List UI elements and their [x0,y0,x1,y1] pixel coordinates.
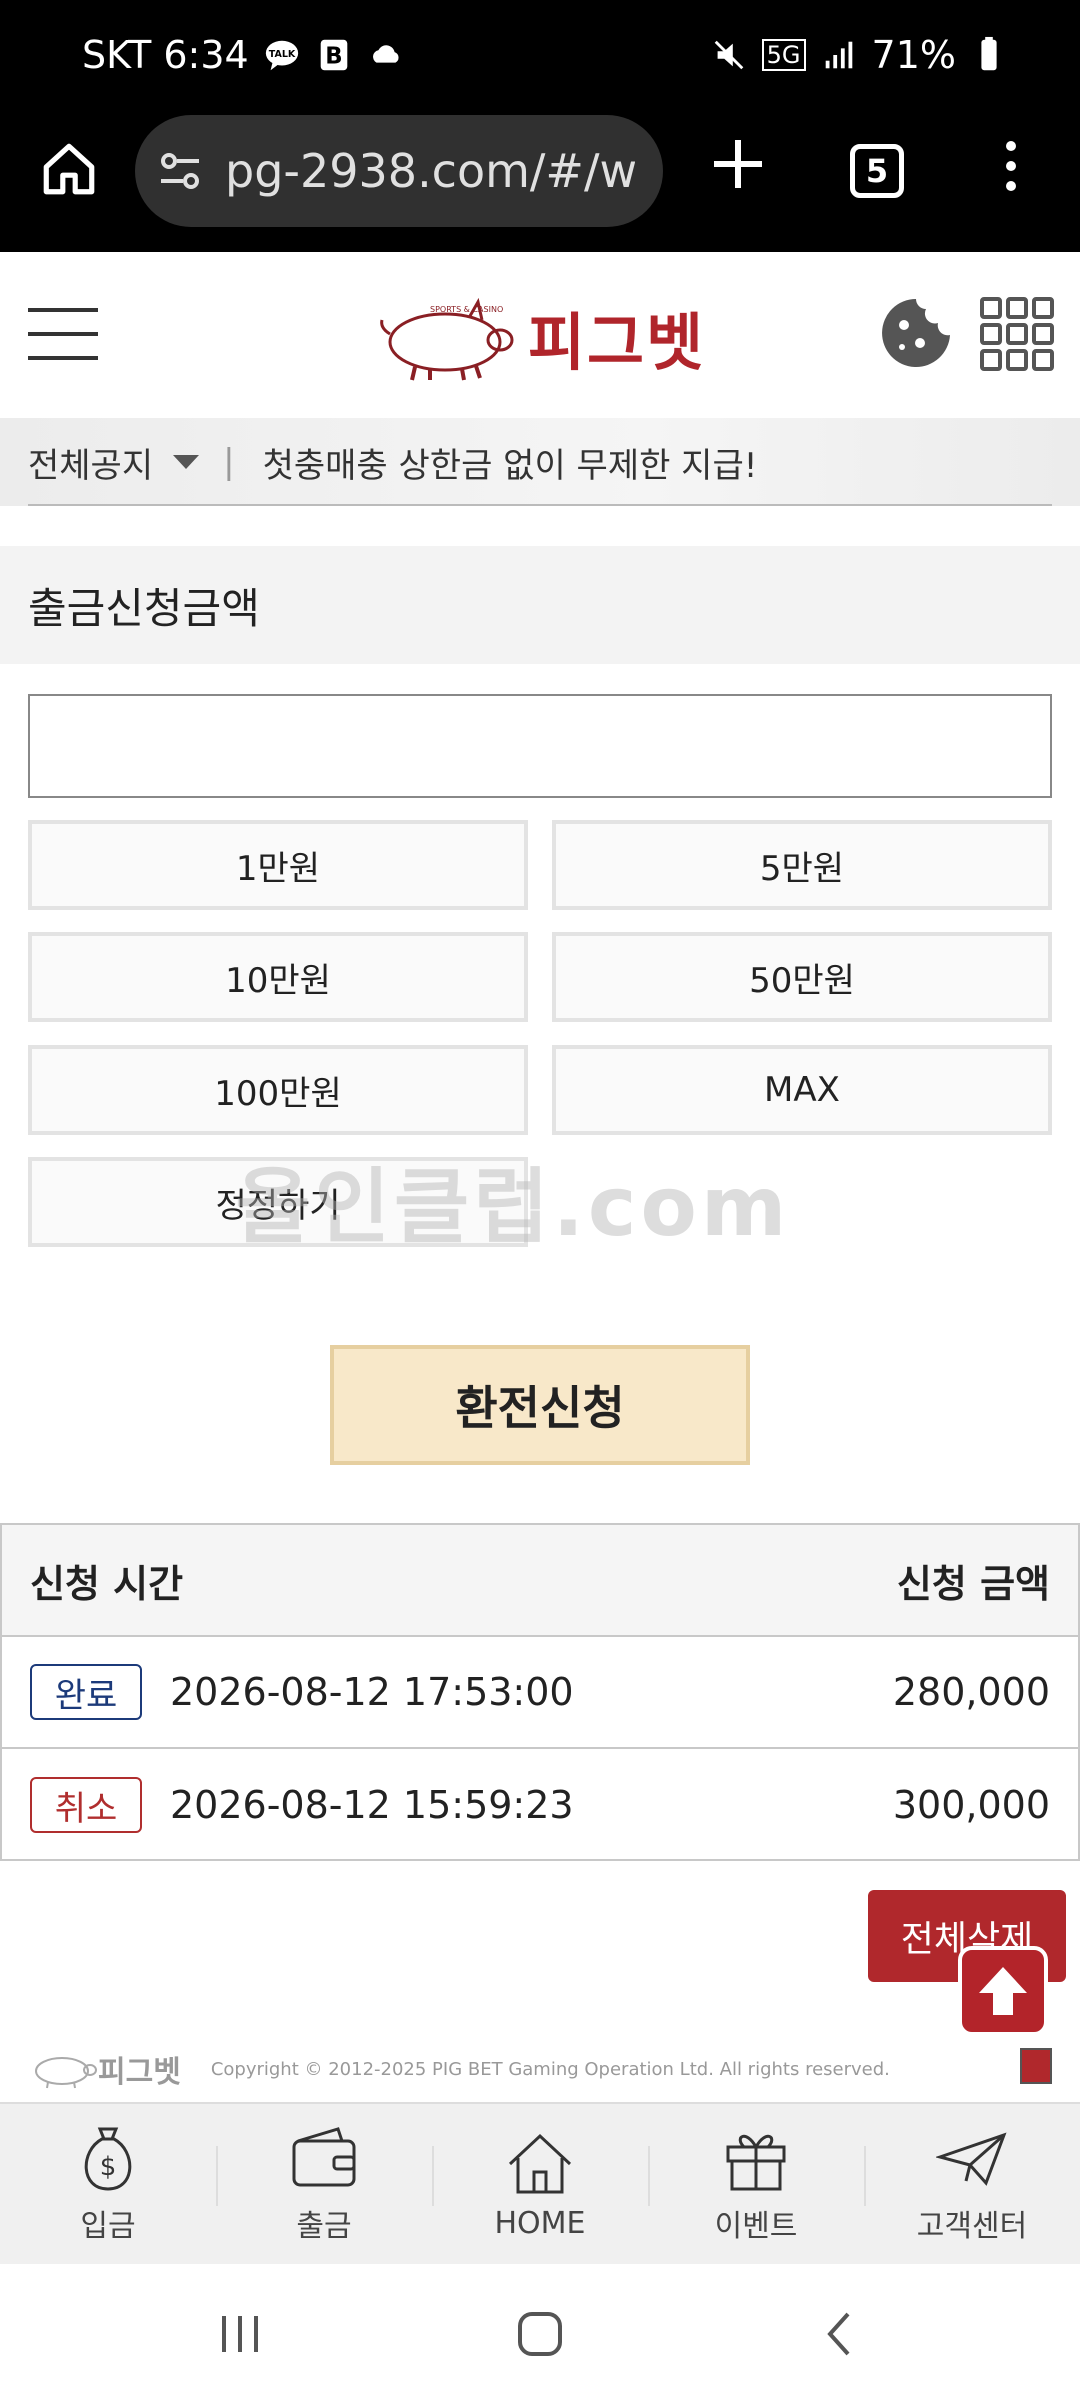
carrier-time: SKT 6:34 [82,33,249,77]
table-row: 완료 2026-08-12 17:53:00 280,000 [2,1637,1078,1749]
url-text[interactable]: pg-2938.com/#/with [225,144,635,198]
scroll-to-top-button[interactable] [958,1946,1048,2036]
withdraw-submit-button[interactable]: 환전신청 [330,1345,750,1465]
withdraw-amount-input[interactable] [28,694,1052,798]
arrow-up-icon [979,1967,1027,2015]
age-rating-badge [1020,2048,1052,2084]
address-bar[interactable]: pg-2938.com/#/with [135,115,663,227]
row-amount: 280,000 [892,1670,1050,1714]
svg-text:B: B [325,44,342,70]
column-header-amount: 신청 금액 [896,1561,1050,1606]
home-icon [508,2133,572,2193]
nav-label: 이벤트 [714,2209,798,2244]
logo-text: 피그벳 [528,306,706,379]
mute-icon [714,40,743,70]
hamburger-menu-icon[interactable] [28,302,98,366]
table-row: 취소 2026-08-12 15:59:23 300,000 [2,1749,1078,1861]
quick-amount-100k-button[interactable]: 10만원 [28,932,528,1022]
cookie-icon[interactable] [880,297,952,369]
watermark: 올인클럽.com [235,1160,791,1255]
withdraw-amount-title: 출금신청금액 [28,583,260,633]
network-label: 5G [761,39,806,71]
copyright-text: Copyright © 2012-2025 PIG BET Gaming Ope… [210,2058,890,2080]
status-bar: SKT 6:34 TALK B 5G 71% [0,0,1080,110]
quick-amount-10k-button[interactable]: 1만원 [28,820,528,910]
quick-amount-1m-button[interactable]: 100만원 [28,1045,528,1135]
back-icon[interactable] [810,2304,870,2364]
wallet-icon [292,2127,356,2187]
system-nav-bar [0,2264,1080,2400]
quick-amount-max-button[interactable]: MAX [552,1045,1052,1135]
column-header-time: 신청 시간 [30,1561,184,1606]
more-menu-icon[interactable] [996,136,1026,196]
nav-item-support[interactable]: 고객센터 [864,2104,1080,2264]
nav-item-events[interactable]: 이벤트 [648,2104,864,2264]
footer-logo: 피그벳 [28,2047,181,2091]
row-time: 2026-08-12 17:53:00 [170,1670,574,1714]
money-bag-icon: $ [84,2127,132,2191]
home-nav-icon[interactable] [510,2304,570,2364]
notice-bar[interactable]: 전체공지 | 첫충매충 상한금 없이 무제한 지급! [0,418,1080,506]
row-amount: 300,000 [892,1783,1050,1827]
site-logo[interactable]: SPORTS & CASINO 피그벳 [370,287,715,387]
quick-amount-50k-button[interactable]: 5만원 [552,820,1052,910]
nav-label: 고객센터 [916,2209,1028,2244]
cloud-icon [372,45,399,63]
nav-item-home[interactable]: HOME [432,2104,648,2264]
paper-plane-icon [936,2132,1007,2186]
home-icon[interactable] [38,138,100,200]
quick-amount-500k-button[interactable]: 50만원 [552,932,1052,1022]
svg-text:TALK: TALK [268,49,295,60]
browser-toolbar: pg-2938.com/#/with 5 [0,110,1080,252]
tab-switcher-button[interactable]: 5 [850,144,904,198]
status-badge: 완료 [30,1664,142,1720]
nav-label: HOME [494,2205,586,2241]
notice-text[interactable]: 첫충매충 상한금 없이 무제한 지급! [263,438,758,487]
chevron-down-icon[interactable] [173,455,200,469]
battery-icon [981,36,997,71]
row-time: 2026-08-12 15:59:23 [170,1783,574,1827]
battery-label: 71% [871,33,956,77]
site-settings-icon[interactable] [155,146,205,196]
footer-logo-text: 피그벳 [98,2055,181,2090]
divider [28,504,1052,506]
site-header: SPORTS & CASINO 피그벳 [0,252,1080,418]
gift-icon [726,2134,786,2191]
nav-item-withdraw[interactable]: 출금 [216,2104,432,2264]
nav-label: 입금 [80,2209,136,2244]
nav-item-deposit[interactable]: $ 입금 [0,2104,216,2264]
nav-label: 출금 [296,2209,352,2244]
withdraw-history-table: 신청 시간 신청 금액 완료 2026-08-12 17:53:00 280,0… [0,1523,1080,1861]
table-header: 신청 시간 신청 금액 [2,1525,1078,1637]
grid-menu-icon[interactable] [980,297,1054,371]
section-title: 출금신청금액 [0,546,1080,664]
b-icon: B [320,39,348,71]
pig-logo-icon [35,2057,97,2089]
new-tab-icon[interactable] [708,134,768,194]
footer: 피그벳 Copyright © 2012-2025 PIG BET Gaming… [0,2036,1080,2102]
svg-text:$: $ [100,2152,117,2182]
talk-icon: TALK [265,40,298,71]
status-badge: 취소 [30,1777,142,1833]
notice-label[interactable]: 전체공지 [28,438,153,487]
notice-separator: | [223,442,235,482]
recent-apps-icon[interactable] [210,2304,270,2364]
pig-logo-icon: SPORTS & CASINO [380,297,514,381]
logo-small-text: SPORTS & CASINO [430,305,503,314]
signal-icon [825,41,852,69]
bottom-nav: $ 입금 출금 HOME 이벤트 고객센터 [0,2102,1080,2264]
